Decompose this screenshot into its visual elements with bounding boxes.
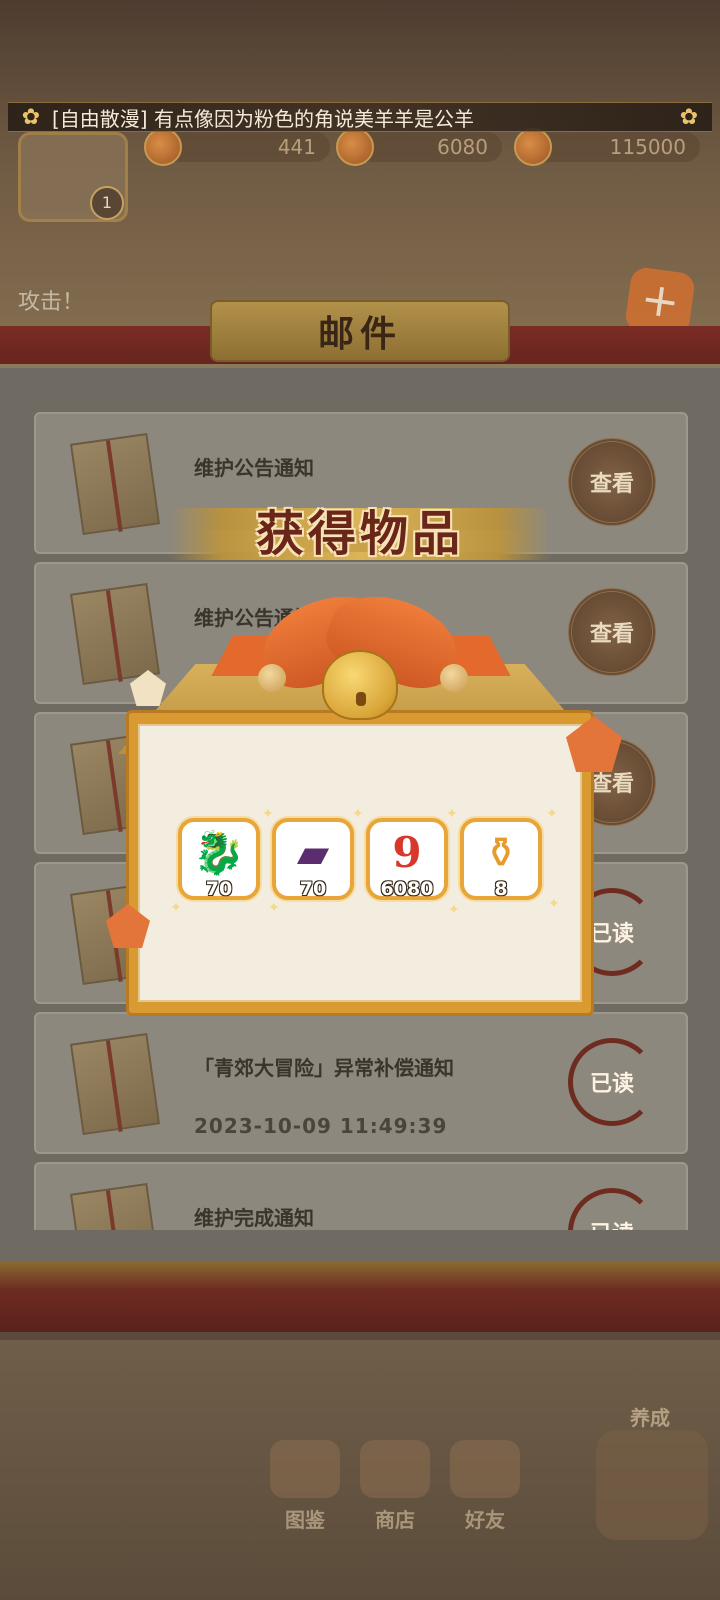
sparkle-icon: ✦ (170, 900, 182, 916)
panel-footer (0, 1262, 720, 1332)
mail-date: 2023-10-09 11:49:39 (194, 1114, 448, 1138)
reward-count: 70 (299, 878, 327, 900)
coin-icon (514, 128, 552, 166)
sparkle-icon: ✦ (546, 806, 558, 822)
view-button[interactable]: 查看 (568, 438, 656, 526)
reward-item[interactable]: 🐉 70 (178, 818, 260, 900)
opened-letter-icon (69, 1183, 161, 1230)
sakura-icon: ✿ (21, 105, 41, 130)
coin-bar: 115000 (530, 132, 700, 162)
view-button[interactable]: 查看 (568, 588, 656, 676)
bell-icon (322, 650, 398, 720)
sakura-icon: ✿ (679, 105, 699, 130)
train-icon[interactable] (596, 1430, 708, 1540)
nav-train-label[interactable]: 养成 (630, 1402, 670, 1431)
sparkle-icon: ✦ (548, 896, 560, 912)
reward-item[interactable]: 9 6080 (366, 818, 448, 900)
reward-item[interactable]: ▰ 70 (272, 818, 354, 900)
read-status-button[interactable]: 已读 (568, 1188, 656, 1230)
bead-icon (258, 664, 286, 692)
sparkle-icon: ✦ (352, 806, 364, 822)
mail-item[interactable]: 维护完成通知 已读 (34, 1162, 688, 1230)
dragon-figure-icon: 🐉 (192, 828, 246, 877)
gem-icon (336, 128, 374, 166)
opened-letter-icon (69, 1033, 161, 1135)
announcement-ticker: ✿ [自由散漫] 有点像因为粉色的角说美羊羊是公羊 ✿ (8, 102, 712, 132)
player-level-badge: 1 (90, 186, 124, 220)
reward-items: 🐉 70 ▰ 70 9 6080 ⚱ 8 (178, 818, 558, 908)
ticker-text: [自由散漫] 有点像因为粉色的角说美羊羊是公羊 (52, 106, 474, 131)
mail-title: 维护完成通知 (194, 1206, 314, 1230)
reward-count: 6080 (380, 878, 434, 900)
nav-label: 好友 (465, 1508, 505, 1532)
nav-label: 商店 (375, 1508, 415, 1532)
shop-icon (360, 1440, 430, 1498)
nav-friends[interactable]: 好友 (440, 1440, 530, 1533)
friends-icon (450, 1440, 520, 1498)
mail-panel-title: 邮件 (317, 314, 402, 355)
envelope-icon (69, 583, 161, 685)
codex-icon (270, 1440, 340, 1498)
nav-label: 图鉴 (285, 1508, 325, 1532)
read-status-button[interactable]: 已读 (568, 1038, 656, 1126)
nav-codex[interactable]: 图鉴 (260, 1440, 350, 1533)
mail-title: 维护公告通知 (194, 456, 314, 480)
reward-popup-title: 获得物品 (255, 506, 464, 562)
mail-item[interactable]: 「青郊大冒险」异常补偿通知 2023-10-09 11:49:39 已读 (34, 1012, 688, 1154)
red-nine-gem-icon: 9 (392, 828, 422, 877)
sparkle-icon: ✦ (262, 806, 274, 822)
sparkle-icon: ✦ (446, 806, 458, 822)
mail-panel-title-plate: 邮件 (210, 300, 510, 362)
nav-shop[interactable]: 商店 (350, 1440, 440, 1533)
purple-ticket-icon: ▰ (296, 828, 330, 877)
reward-count: 8 (494, 878, 508, 900)
sparkle-icon: ✦ (268, 900, 280, 916)
stamina-potion-icon: ⚱ (483, 828, 519, 877)
stamina-bar: 441 (160, 132, 330, 162)
sparkle-icon: ✦ (448, 902, 460, 918)
stamina-icon (144, 128, 182, 166)
attack-bubble: 攻击！ (18, 290, 85, 315)
bead-icon (440, 664, 468, 692)
reward-count: 70 (205, 878, 233, 900)
mail-title: 「青郊大冒险」异常补偿通知 (194, 1056, 454, 1080)
reward-item[interactable]: ⚱ 8 (460, 818, 542, 900)
gem-bar: 6080 (352, 132, 502, 162)
envelope-icon (69, 433, 161, 535)
